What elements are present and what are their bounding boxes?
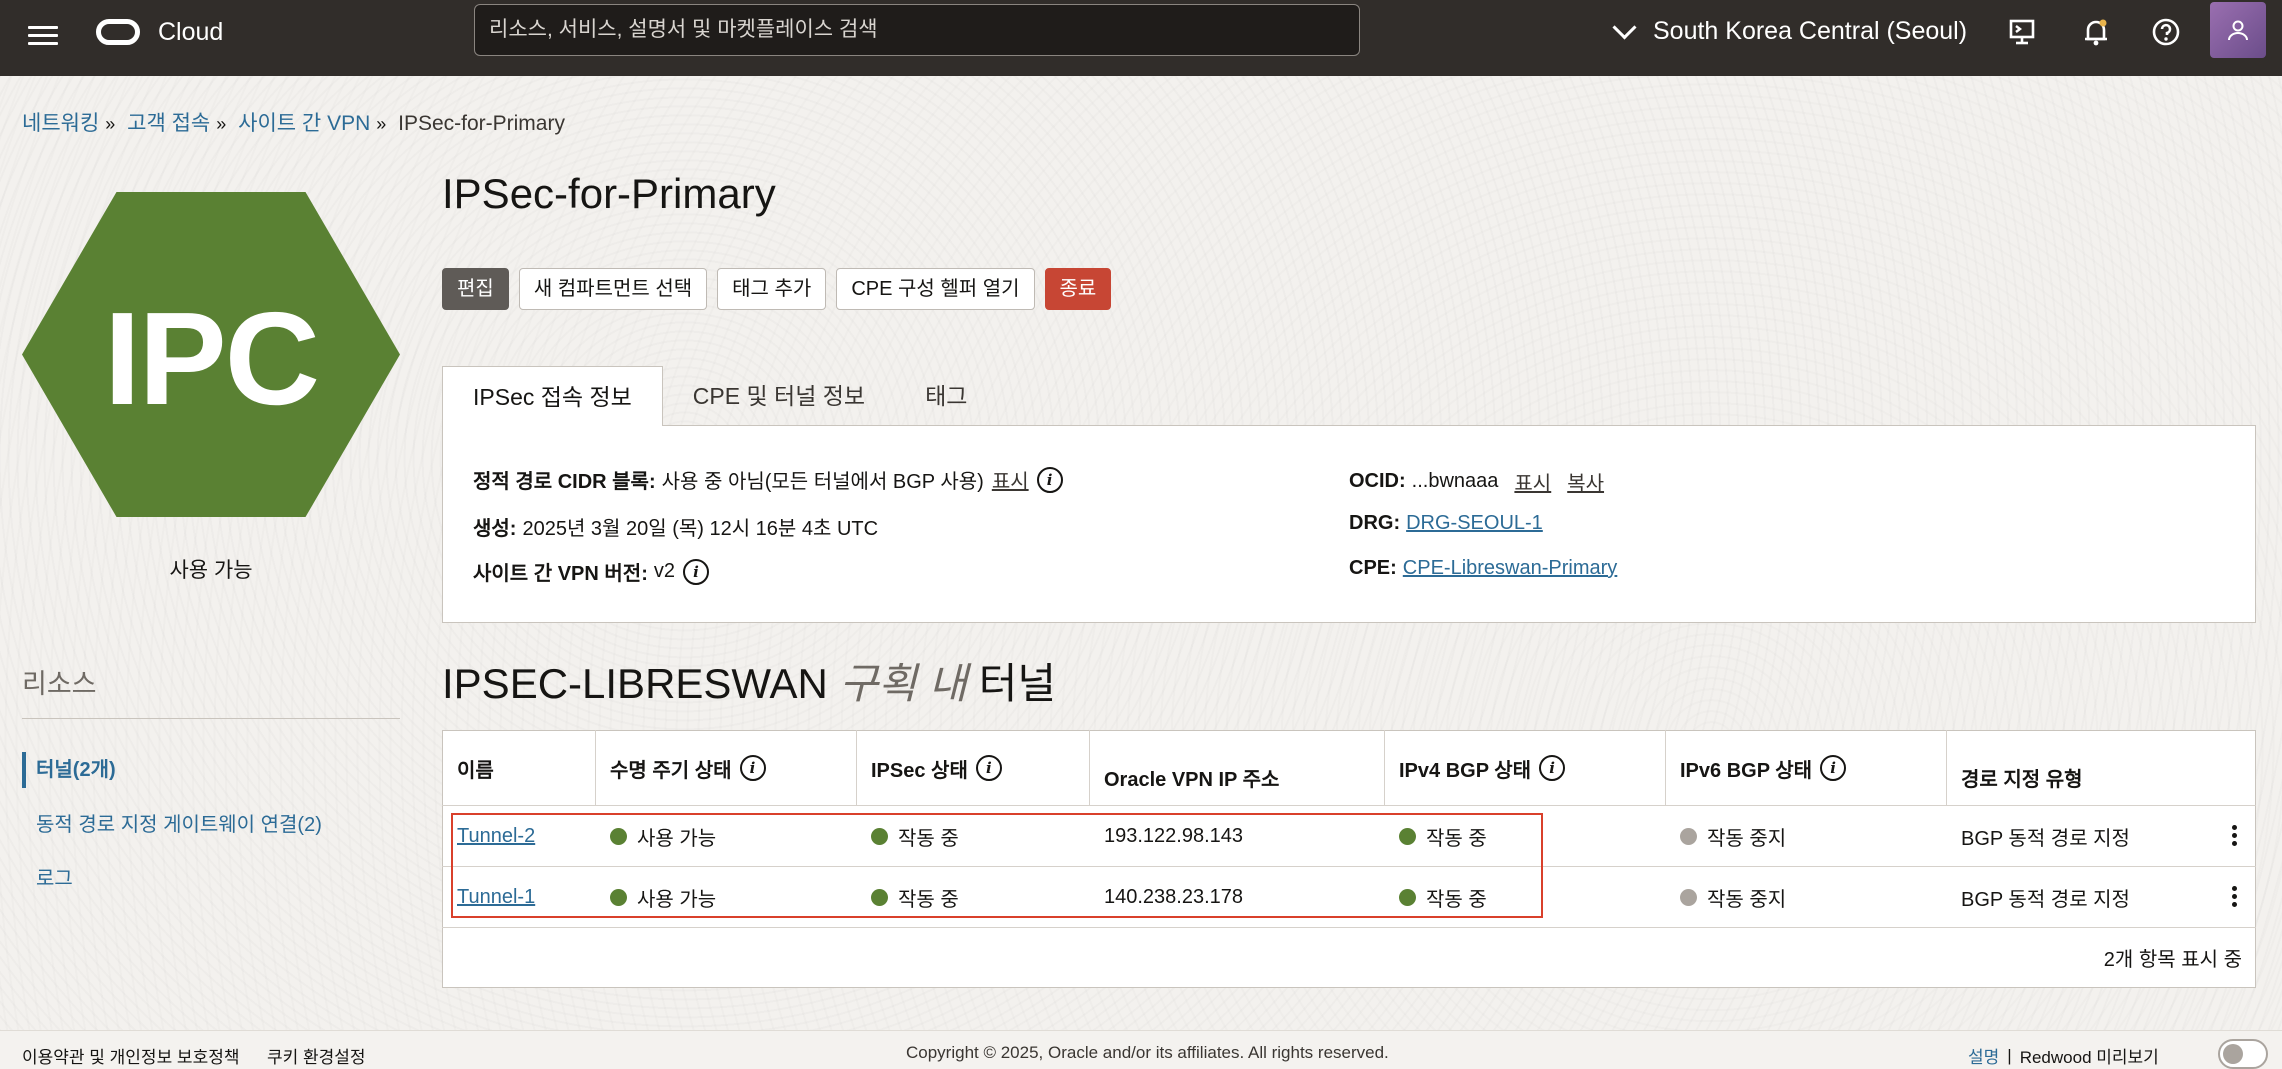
cpe-link[interactable]: CPE-Libreswan-Primary <box>1403 557 1618 580</box>
static-cidr-label: 정적 경로 CIDR 블록: <box>473 471 656 493</box>
drg-label: DRG: <box>1349 512 1401 534</box>
breadcrumb-separator-icon: » <box>105 114 116 134</box>
highlight-annotation-box <box>451 813 1543 918</box>
cpe-row: CPE: CPE-Libreswan-Primary <box>1349 557 1617 580</box>
tab-ipsec-info[interactable]: IPSec 접속 정보 <box>442 366 663 426</box>
table-cell-ipv6-bgp: 작동 중지 <box>1665 806 1786 866</box>
footer-help-link[interactable]: 설명 <box>1968 1043 1999 1068</box>
sidebar-item-logs[interactable]: 로그 <box>22 862 414 891</box>
created-label: 생성: <box>473 518 517 540</box>
ocid-value: ...bwnaaa <box>1411 470 1499 492</box>
redwood-preview-toggle[interactable] <box>2218 1039 2268 1069</box>
ocid-show-link[interactable]: 표시 <box>1514 467 1551 496</box>
static-cidr-value: 사용 중 아님(모든 터널에서 BGP 사용) <box>661 471 984 493</box>
footer-redwood-label: Redwood 미리보기 <box>2019 1048 2159 1067</box>
vpn-version-value: v2 <box>653 560 675 582</box>
footer: 이용약관 및 개인정보 보호정책 쿠키 환경설정 Copyright © 202… <box>0 1030 2282 1069</box>
column-header-vpn-ip[interactable]: Oracle VPN IP 주소 <box>1089 730 1384 806</box>
footer-right: 설명 | Redwood 미리보기 <box>1968 1043 2159 1068</box>
tab-tags[interactable]: 태그 <box>895 366 997 426</box>
action-toolbar: 편집 새 컴파트먼트 선택 태그 추가 CPE 구성 헬퍼 열기 종료 <box>442 268 1112 310</box>
created-value: 2025년 3월 20일 (목) 12시 16분 4초 UTC <box>522 518 879 540</box>
status-stopped-icon <box>1680 827 1697 845</box>
cloud-shell-icon[interactable] <box>2004 14 2040 50</box>
info-icon[interactable]: i <box>1539 755 1566 781</box>
footer-separator: | <box>2007 1045 2012 1065</box>
sidebar-item-tunnels[interactable]: 터널(2개) <box>22 752 414 788</box>
search-input[interactable]: 리소스, 서비스, 설명서 및 마켓플레이스 검색 <box>474 4 1360 56</box>
tab-cpe-tunnel-info[interactable]: CPE 및 터널 정보 <box>663 366 895 426</box>
info-icon[interactable]: i <box>1820 755 1847 781</box>
detail-tabs: IPSec 접속 정보 CPE 및 터널 정보 태그 <box>442 366 997 426</box>
table-item-count: 2개 항목 표시 중 <box>2103 949 2242 971</box>
breadcrumb: 네트워킹 » 고객 접속 » 사이트 간 VPN » IPSec-for-Primar… <box>22 107 565 137</box>
page-title: IPSec-for-Primary <box>442 170 776 217</box>
static-cidr-row: 정적 경로 CIDR 블록: 사용 중 아님(모든 터널에서 BGP 사용) 표… <box>473 465 1063 494</box>
table-cell-ipv6-bgp: 작동 중지 <box>1665 867 1786 927</box>
ocid-copy-link[interactable]: 복사 <box>1567 467 1604 496</box>
add-tags-button[interactable]: 태그 추가 <box>717 268 827 310</box>
region-selector[interactable]: South Korea Central (Seoul) <box>1612 0 1967 62</box>
created-row: 생성: 2025년 3월 20일 (목) 12시 16분 4초 UTC <box>473 512 878 541</box>
column-header-ipv6-bgp[interactable]: IPv6 BGP 상태 i <box>1665 730 1946 806</box>
user-icon <box>2228 20 2248 41</box>
oracle-logo-icon <box>96 19 140 45</box>
column-header-ipsec-status[interactable]: IPSec 상태 i <box>856 730 1089 806</box>
user-avatar[interactable] <box>2210 2 2266 58</box>
menu-icon[interactable] <box>28 21 58 51</box>
breadcrumb-separator-icon: » <box>376 114 387 134</box>
help-icon[interactable] <box>2148 14 2184 50</box>
terminate-button[interactable]: 종료 <box>1044 268 1112 310</box>
breadcrumb-current: IPSec-for-Primary <box>398 112 565 135</box>
breadcrumb-customer-connectivity[interactable]: 고객 접속 <box>127 112 210 135</box>
drg-row: DRG: DRG-SEOUL-1 <box>1349 512 1543 535</box>
column-header-routing[interactable]: 경로 지정 유형 <box>1946 730 2236 806</box>
resource-status: 사용 가능 <box>169 559 253 582</box>
resources-divider <box>22 718 400 719</box>
info-icon[interactable]: i <box>1036 466 1063 493</box>
cpe-label: CPE: <box>1349 557 1397 579</box>
column-header-lifecycle[interactable]: 수명 주기 상태 i <box>595 730 856 806</box>
column-header-name[interactable]: 이름 <box>442 730 595 806</box>
status-stopped-icon <box>1680 888 1697 906</box>
resources-heading: 리소스 <box>22 669 97 699</box>
breadcrumb-separator-icon: » <box>216 114 227 134</box>
info-icon[interactable]: i <box>682 558 709 585</box>
footer-terms-link[interactable]: 이용약관 및 개인정보 보호정책 <box>22 1043 240 1068</box>
section-title-tunnels: 터널 <box>978 660 1057 707</box>
breadcrumb-networking[interactable]: 네트워킹 <box>22 112 99 135</box>
toggle-knob <box>2223 1044 2243 1064</box>
section-title-in: 구획 내 <box>839 660 968 707</box>
cpe-config-helper-button[interactable]: CPE 구성 헬퍼 열기 <box>836 268 1035 310</box>
oracle-cloud-logo[interactable]: Cloud <box>96 16 223 48</box>
row-actions-kebab-icon[interactable] <box>2228 883 2240 910</box>
info-icon[interactable]: i <box>975 755 1002 781</box>
logo-text: Cloud <box>158 17 224 46</box>
breadcrumb-site-to-site-vpn[interactable]: 사이트 간 VPN <box>238 112 370 135</box>
footer-copyright: Copyright © 2025, Oracle and/or its affi… <box>906 1043 1389 1062</box>
row-actions-kebab-icon[interactable] <box>2228 822 2240 849</box>
table-cell-routing: BGP 동적 경로 지정 <box>1961 827 2130 850</box>
ocid-row: OCID: ...bwnaaa 표시 복사 <box>1349 467 1604 496</box>
footer-cookie-link[interactable]: 쿠키 환경설정 <box>267 1043 366 1068</box>
resource-badge-text: IPC <box>103 285 320 432</box>
chevron-down-icon <box>1612 14 1637 40</box>
vpn-version-label: 사이트 간 VPN 버전: <box>473 563 648 585</box>
sidebar-item-drg-attachments[interactable]: 동적 경로 지정 게이트웨이 연결(2) <box>22 808 414 837</box>
vpn-version-row: 사이트 간 VPN 버전: v2 i <box>473 557 709 586</box>
region-label: South Korea Central (Seoul) <box>1653 16 1968 45</box>
edit-button[interactable]: 편집 <box>442 268 509 310</box>
drg-link[interactable]: DRG-SEOUL-1 <box>1406 512 1543 535</box>
table-footer-divider <box>442 927 2256 928</box>
column-header-ipv4-bgp[interactable]: IPv4 BGP 상태 i <box>1384 730 1665 806</box>
tunnels-section-title: IPSEC-LIBRESWAN 구획 내 터널 <box>442 650 1056 711</box>
table-cell-routing: BGP 동적 경로 지정 <box>1961 888 2130 911</box>
notification-bell-icon[interactable] <box>2078 14 2114 50</box>
move-compartment-button[interactable]: 새 컴파트먼트 선택 <box>518 268 708 310</box>
static-cidr-show-link[interactable]: 표시 <box>992 465 1029 494</box>
top-navigation-bar: Cloud 리소스, 서비스, 설명서 및 마켓플레이스 검색 South Ko… <box>0 0 2282 76</box>
info-icon[interactable]: i <box>739 755 766 781</box>
section-title-compartment: IPSEC-LIBRESWAN <box>442 660 828 707</box>
ocid-label: OCID: <box>1349 470 1406 492</box>
